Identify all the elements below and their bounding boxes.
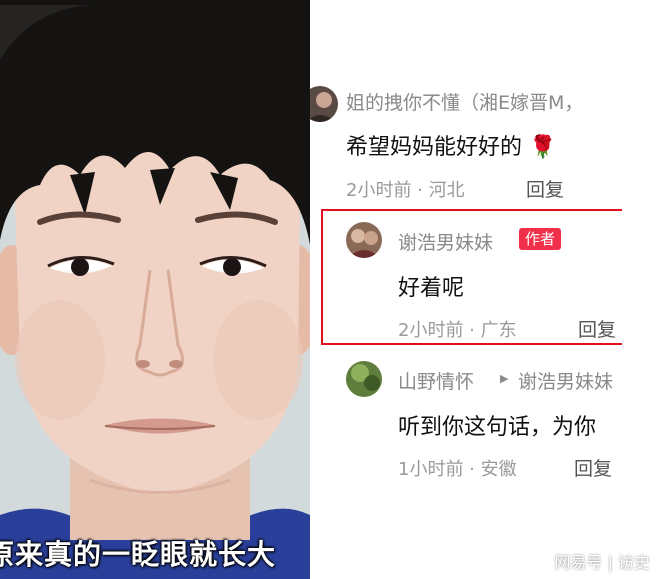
comment-text: 希望妈妈能好好的 🌹: [346, 129, 556, 161]
avatar-image-icon: [346, 361, 382, 397]
rose-icon: 🌹: [529, 135, 557, 160]
comment-text: 听到你这句话，为你: [398, 415, 597, 440]
avatar[interactable]: [346, 361, 382, 397]
reply-to-username[interactable]: 谢浩男妹妹: [518, 367, 613, 394]
comment-username[interactable]: 山野情怀: [398, 367, 474, 394]
reply-button[interactable]: 回复: [574, 454, 612, 481]
comment-meta: 1小时前 · 安徽: [398, 459, 517, 480]
portrait-photo: 原来真的一眨眼就长大: [0, 0, 310, 579]
comment-meta: 2小时前 · 河北: [346, 180, 465, 201]
comment-username[interactable]: 姐的拽你不懂（湘E嫁晋M，: [346, 88, 583, 115]
comment-text-content: 希望妈妈能好好的: [346, 135, 523, 160]
avatar[interactable]: [310, 86, 338, 122]
reply-button[interactable]: 回复: [526, 175, 564, 202]
highlight-frame: [321, 209, 622, 345]
video-caption: 原来真的一眨眼就长大: [0, 538, 277, 571]
reply-arrow-icon: ▶: [500, 372, 509, 385]
comment-list: 姐的拽你不懂（湘E嫁晋M， 希望妈妈能好好的 🌹 2小时前 · 河北 回复 谢浩…: [310, 0, 622, 579]
watermark: 网易号 | 访史: [554, 553, 650, 572]
avatar-image-icon: [310, 86, 338, 122]
face-illustration: [0, 0, 310, 579]
right-margin: [622, 0, 660, 579]
